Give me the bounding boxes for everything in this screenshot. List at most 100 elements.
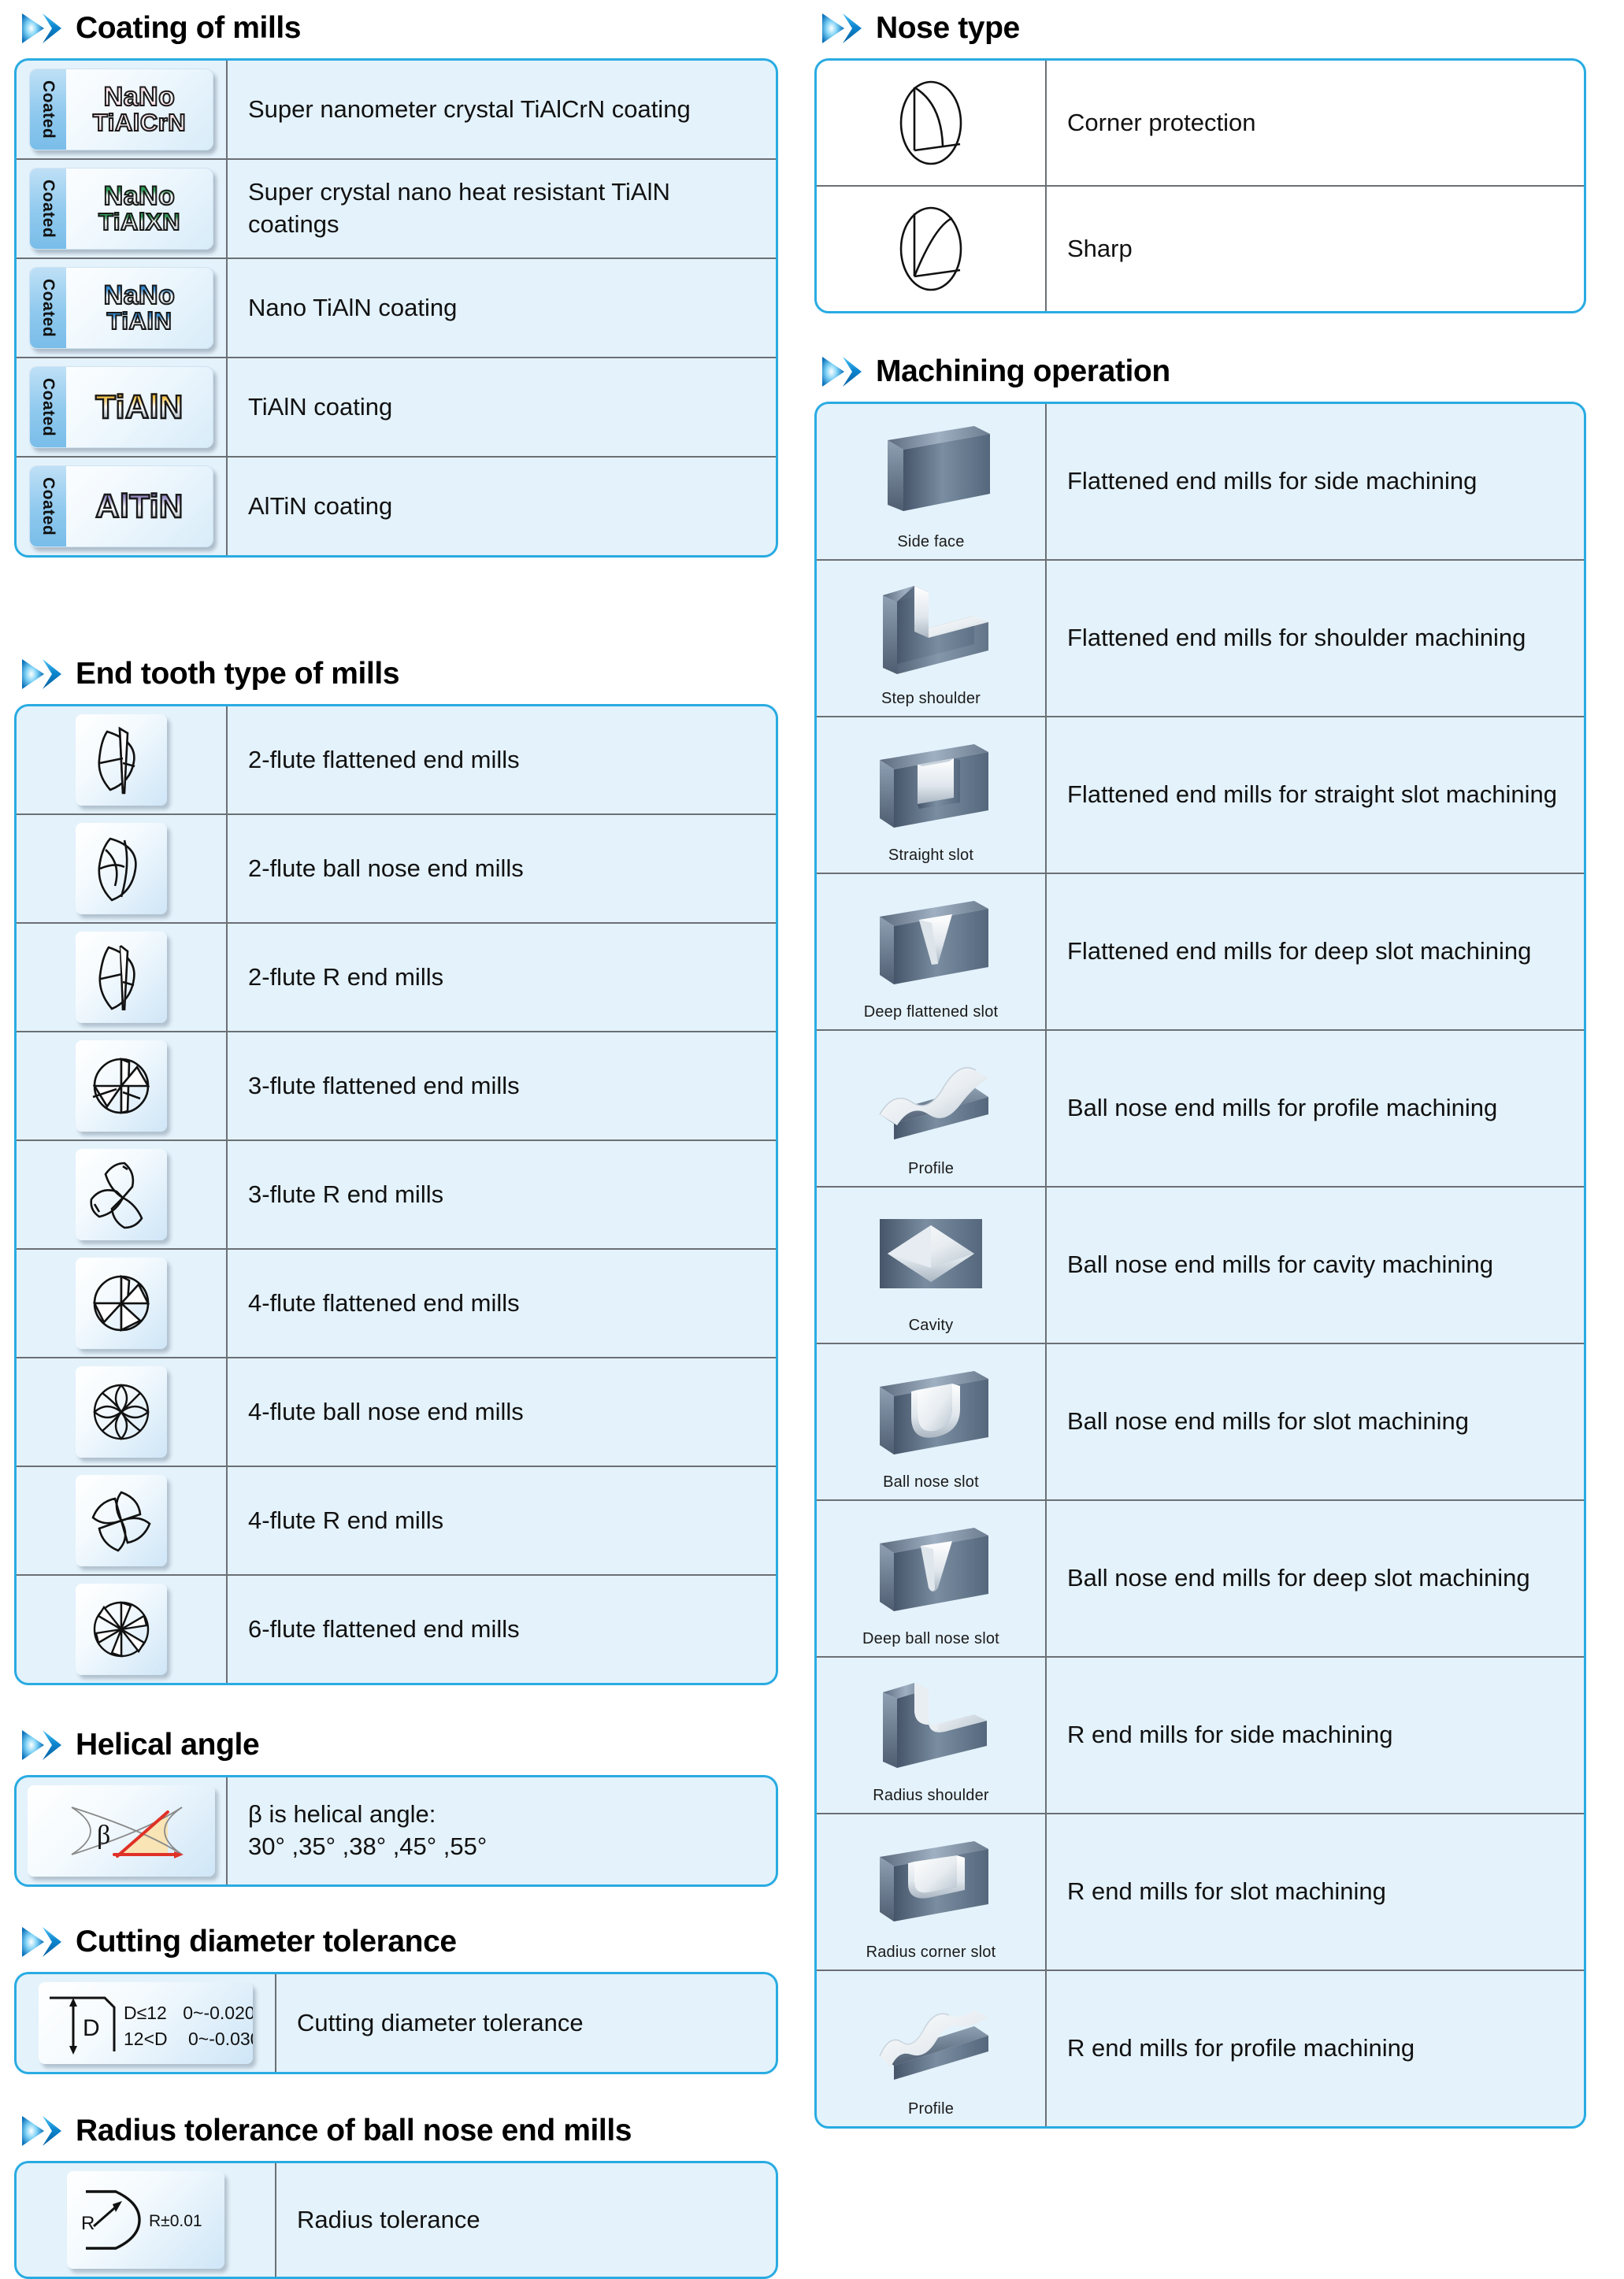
- section-header-helical: Helical angle: [20, 1728, 778, 1762]
- table-row: D D≤12 0~-0.020 12<D 0~-0.030 Cutti: [17, 1974, 776, 2072]
- coating-description: AlTiN coating: [248, 491, 393, 520]
- machining-description: Ball nose end mills for slot machining: [1067, 1407, 1470, 1436]
- badge-line-2: TiAlN: [95, 388, 184, 426]
- table-row: R R±0.01 Radius tolerance: [17, 2163, 776, 2277]
- machining-caption: Profile: [907, 1160, 955, 1177]
- nose-label: Corner protection: [1067, 108, 1256, 136]
- coating-table: Coated NaNo TiAlCrN Super nanometer crys…: [14, 58, 778, 558]
- machining-description: Flattened end mills for straight slot ma…: [1067, 780, 1558, 809]
- helical-description: β is helical angle: 30° ,35° ,38° ,45° ,…: [228, 1777, 776, 1884]
- endtooth-icon-cell: [17, 1032, 228, 1140]
- 2-flute-ball-nose-icon: [76, 823, 167, 914]
- coating-badge-tialcrn: Coated NaNo TiAlCrN: [29, 69, 213, 150]
- table-row: 4-flute R end mills: [17, 1466, 776, 1574]
- machining-caption: Deep flattened slot: [863, 1003, 999, 1021]
- machining-description: Ball nose end mills for deep slot machin…: [1067, 1564, 1530, 1592]
- machining-operation-table: Side face Flattened end mills for side m…: [814, 402, 1586, 2129]
- machining-caption: Cavity: [908, 1317, 954, 1334]
- svg-text:β: β: [97, 1821, 110, 1850]
- endtooth-label: 4-flute flattened end mills: [248, 1288, 520, 1317]
- double-chevron-icon: [822, 13, 862, 43]
- table-row: Profile R end mills for profile machinin…: [817, 1970, 1584, 2126]
- section-title: Coating of mills: [76, 10, 302, 45]
- badge-line-1: NaNo: [103, 280, 176, 310]
- double-chevron-icon: [22, 1730, 61, 1760]
- endtooth-label: 2-flute R end mills: [248, 962, 444, 991]
- tol-row1-range: D≤12: [124, 2003, 167, 2023]
- coating-description: Super nanometer crystal TiAlCrN coating: [248, 94, 691, 123]
- section-header-machining: Machining operation: [821, 354, 1586, 389]
- machining-icon-cell: Step shoulder: [817, 561, 1047, 716]
- table-row: 3-flute R end mills: [17, 1140, 776, 1248]
- endtooth-icon-cell: [17, 924, 228, 1031]
- table-row: Coated AlTiN AlTiN coating: [17, 456, 776, 555]
- coated-tab: Coated: [30, 466, 66, 547]
- double-chevron-icon: [22, 2116, 61, 2146]
- table-row: Radius shoulder R end mills for side mac…: [817, 1656, 1584, 1813]
- endtooth-icon-cell: [17, 1358, 228, 1466]
- machining-icon-cell: Radius shoulder: [817, 1658, 1047, 1813]
- machining-description: Flattened end mills for shoulder machini…: [1067, 624, 1526, 652]
- table-row: Cavity Ball nose end mills for cavity ma…: [817, 1186, 1584, 1343]
- section-header-coating: Coating of mills: [20, 11, 778, 46]
- coating-badge-altin: Coated AlTiN: [29, 465, 213, 547]
- table-row: Deep ball nose slot Ball nose end mills …: [817, 1499, 1584, 1656]
- double-chevron-icon: [22, 13, 61, 43]
- svg-text:12<D 0~-0.030: 12<D 0~-0.030: [124, 2029, 253, 2049]
- machining-caption: Radius shoulder: [873, 1787, 989, 1804]
- endtooth-icon-cell: [17, 706, 228, 813]
- table-row: 2-flute flattened end mills: [17, 706, 776, 813]
- badge-line-2: TiAlXN: [98, 207, 181, 235]
- section-header-radtol: Radius tolerance of ball nose end mills: [20, 2114, 778, 2148]
- table-row: Sharp: [817, 185, 1584, 311]
- right-column: Nose type Corner protection Sharp Machin…: [814, 11, 1586, 2279]
- tol-row2-range: 12<D: [124, 2029, 168, 2049]
- machining-icon-cell: Side face: [817, 404, 1047, 559]
- machining-caption: Ball nose slot: [883, 1473, 979, 1491]
- badge-line-2: TiAlCrN: [92, 108, 187, 136]
- corner-protection-icon: [880, 69, 982, 177]
- machining-caption: Straight slot: [888, 847, 974, 864]
- coating-badge-cell: Coated NaNo TiAlCrN: [17, 61, 228, 158]
- cutdia-icon-cell: D D≤12 0~-0.020 12<D 0~-0.030: [17, 1974, 276, 2072]
- badge-body: AlTiN: [66, 466, 213, 547]
- endtooth-icon-cell: [17, 1250, 228, 1357]
- sharp-nose-icon: [880, 195, 982, 303]
- step-shoulder-shape: [883, 586, 988, 674]
- machining-description: Ball nose end mills for profile machinin…: [1067, 1094, 1498, 1122]
- section-header-nose: Nose type: [821, 11, 1586, 46]
- radtol-description: Radius tolerance: [297, 2205, 480, 2233]
- coating-description: Nano TiAlN coating: [248, 293, 458, 321]
- table-row: Radius corner slot R end mills for slot …: [817, 1813, 1584, 1970]
- machining-icon-cell: Cavity: [817, 1188, 1047, 1343]
- machining-description: R end mills for slot machining: [1067, 1877, 1386, 1906]
- coating-badge-cell: Coated TiAlN: [17, 358, 228, 456]
- table-row: 4-flute flattened end mills: [17, 1248, 776, 1357]
- cavity-shape: [880, 1219, 982, 1288]
- coated-label: Coated: [39, 278, 57, 338]
- endtooth-icon-cell: [17, 815, 228, 922]
- nose-type-table: Corner protection Sharp: [814, 58, 1586, 313]
- machining-description: R end mills for profile machining: [1067, 2034, 1415, 2062]
- section-header-cutdia: Cutting diameter tolerance: [20, 1925, 778, 1959]
- coating-badge-cell: Coated AlTiN: [17, 458, 228, 555]
- profile-wave-shape: [879, 1067, 988, 1140]
- section-title: Helical angle: [76, 1727, 260, 1762]
- coated-tab: Coated: [30, 367, 66, 447]
- machining-caption: Step shoulder: [881, 690, 981, 707]
- badge-body: NaNo TiAlXN: [66, 169, 213, 249]
- deep-flattened-slot-shape: [880, 901, 988, 984]
- endtooth-label: 2-flute flattened end mills: [248, 745, 520, 773]
- helical-desc-line1: β is helical angle:: [248, 1800, 436, 1829]
- coated-tab: Coated: [30, 169, 66, 249]
- table-row: Coated NaNo TiAlCrN Super nanometer crys…: [17, 61, 776, 158]
- endtooth-label: 6-flute flattened end mills: [248, 1614, 520, 1643]
- coating-description: Super crystal nano heat resistant TiAlN …: [248, 178, 670, 238]
- table-row: Coated TiAlN TiAlN coating: [17, 357, 776, 456]
- endtooth-icon-cell: [17, 1576, 228, 1683]
- helical-angle-icon: β: [28, 1785, 215, 1877]
- svg-text:D≤12 0~-0.020: D≤12 0~-0.020: [124, 2003, 253, 2023]
- table-row: Step shoulder Flattened end mills for sh…: [817, 559, 1584, 716]
- table-row: Profile Ball nose end mills for profile …: [817, 1029, 1584, 1186]
- endtooth-label: 4-flute R end mills: [248, 1506, 444, 1534]
